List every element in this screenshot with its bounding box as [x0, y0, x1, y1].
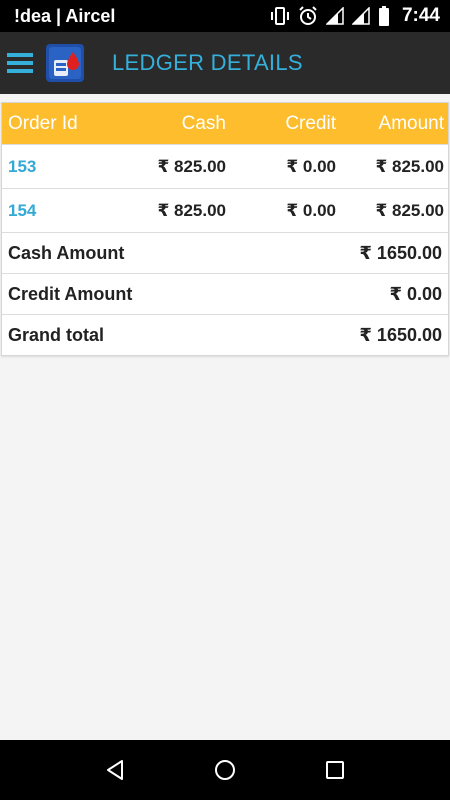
- table-header: Order Id Cash Credit Amount: [2, 103, 448, 144]
- column-header-order-id: Order Id: [8, 112, 78, 134]
- table-row[interactable]: 154 ₹ 825.00 ₹ 0.00 ₹ 825.00: [2, 188, 448, 232]
- summary-row-grand-total: Grand total ₹ 1650.00: [2, 314, 448, 355]
- app-logo-icon: [46, 44, 84, 82]
- page-title: LEDGER DETAILS: [112, 50, 303, 75]
- column-header-cash: Cash: [181, 112, 226, 134]
- app-bar: LEDGER DETAILS: [0, 32, 450, 94]
- credit-value: ₹ 0.00: [286, 156, 336, 176]
- signal-icon: [325, 7, 344, 25]
- home-icon: [215, 760, 235, 780]
- summary-value: ₹ 1650.00: [359, 242, 442, 263]
- status-time: 7:44: [401, 5, 440, 26]
- amount-value: ₹ 825.00: [375, 156, 444, 176]
- status-icons: 7:44: [270, 5, 440, 27]
- back-icon: [107, 760, 123, 780]
- column-header-amount: Amount: [378, 112, 444, 134]
- recents-button[interactable]: [315, 750, 355, 790]
- home-button[interactable]: [205, 750, 245, 790]
- summary-label: Grand total: [8, 324, 105, 345]
- summary-label: Credit Amount: [8, 283, 133, 304]
- summary-label: Cash Amount: [8, 242, 125, 263]
- navigation-bar: [0, 740, 450, 800]
- summary-value: ₹ 0.00: [389, 283, 442, 304]
- summary-row-cash-amount: Cash Amount ₹ 1650.00: [2, 232, 448, 273]
- column-header-credit: Credit: [285, 112, 336, 134]
- summary-value: ₹ 1650.00: [359, 324, 442, 345]
- hamburger-menu-icon: [7, 53, 33, 73]
- content-area: Order Id Cash Credit Amount 153 ₹ 825.00…: [0, 94, 450, 356]
- back-button[interactable]: [95, 750, 135, 790]
- summary-row-credit-amount: Credit Amount ₹ 0.00: [2, 273, 448, 314]
- order-id-link[interactable]: 153: [2, 157, 130, 177]
- recents-icon: [326, 761, 344, 779]
- ledger-table: Order Id Cash Credit Amount 153 ₹ 825.00…: [1, 102, 449, 356]
- menu-button[interactable]: [6, 49, 34, 77]
- amount-value: ₹ 825.00: [375, 200, 444, 220]
- vibrate-icon: [270, 7, 289, 25]
- battery-icon: [378, 6, 389, 26]
- order-id-link[interactable]: 154: [2, 201, 130, 221]
- table-row[interactable]: 153 ₹ 825.00 ₹ 0.00 ₹ 825.00: [2, 144, 448, 188]
- credit-value: ₹ 0.00: [286, 200, 336, 220]
- cash-value: ₹ 825.00: [157, 156, 226, 176]
- alarm-icon: [299, 6, 317, 25]
- status-bar: !dea | Aircel 7:44: [0, 0, 450, 32]
- carrier-name: !dea | Aircel: [14, 5, 116, 26]
- cash-value: ₹ 825.00: [157, 200, 226, 220]
- signal-icon: [351, 7, 370, 25]
